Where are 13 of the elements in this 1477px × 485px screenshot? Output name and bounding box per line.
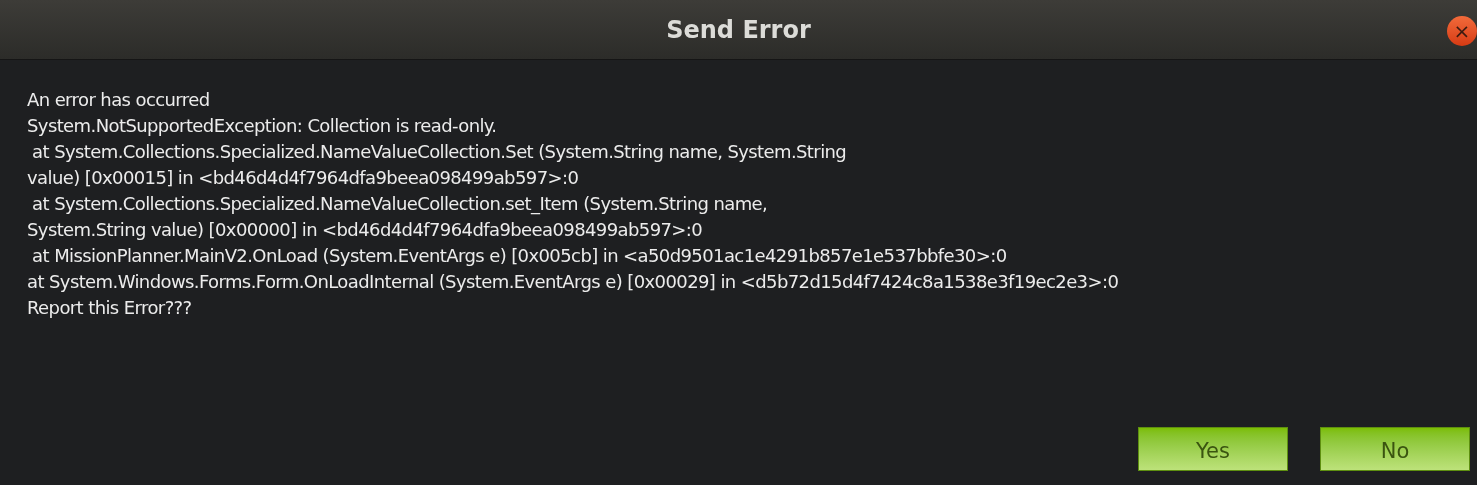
- message-line: at System.Collections.Specialized.NameValueCollection.set_Item (System.String name,: [31, 192, 768, 217]
- message-line: An error has occurred: [27, 88, 210, 112]
- window-title: Send Error: [666, 14, 811, 46]
- message-line: System.String value) [0x00000] in <bd46d4d4f7964dfa9beea098499ab597>:0: [27, 218, 703, 242]
- message-line: at MissionPlanner.MainV2.OnLoad (System.EventArgs e) [0x005cb] in <a50d9501ac1e4291b857e1e537bbfe30>:0: [31, 244, 1007, 268]
- message-line: value) [0x00015] in <bd46d4d4f7964dfa9beea098499ab597>:0: [27, 166, 579, 190]
- message-line: System.NotSupportedException: Collection is read-only.: [27, 114, 497, 138]
- dialog-button[interactable]: No: [1320, 427, 1470, 471]
- close-button[interactable]: ×: [1447, 16, 1477, 46]
- message-line: Report this Error???: [27, 296, 192, 320]
- message-line: at System.Collections.Specialized.NameValueCollection.Set (System.String name, System.String: [31, 140, 847, 164]
- dialog-button[interactable]: Yes: [1138, 427, 1288, 471]
- message-line: at System.Windows.Forms.Form.OnLoadInternal (System.EventArgs e) [0x00029] in <d5b72d15d4f7424c8a1538e3f19ec2e3>:0: [27, 270, 1119, 294]
